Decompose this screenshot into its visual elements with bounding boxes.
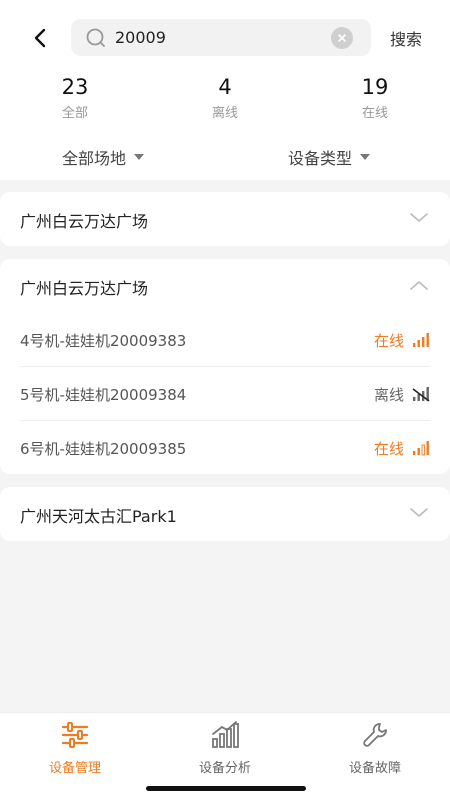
device-type-filter-label: 设备类型 [288,149,353,168]
device-row[interactable]: 5号机-娃娃机20009384 离线 [20,367,430,421]
stats-summary: 23 全部 4 离线 19 在线 [0,74,450,124]
signal-strong-icon [413,333,429,347]
device-name: 4号机-娃娃机20009383 [20,332,187,350]
tab-device-analysis[interactable]: 设备分析 [150,721,300,776]
bar-chart-icon [212,721,239,748]
venue-group-header[interactable]: 广州白云万达广场 [0,259,450,313]
back-button[interactable] [24,22,56,54]
device-name: 6号机-娃娃机20009385 [20,440,187,458]
tab-device-faults[interactable]: 设备故障 [300,721,450,776]
device-status: 离线 [373,386,404,404]
chevron-left-icon [34,28,46,48]
tab-label: 设备分析 [198,761,251,776]
stat-label: 全部 [61,106,88,121]
close-icon [338,34,346,42]
venue-group: 广州天河太古汇Park1 [0,487,450,541]
caret-down-icon [360,154,371,160]
search-button[interactable]: 搜索 [390,26,422,50]
venue-filter-label: 全部场地 [62,149,127,168]
device-row[interactable]: 4号机-娃娃机20009383 在线 [20,313,430,367]
venue-group-header[interactable]: 广州白云万达广场 [0,192,450,246]
search-box[interactable] [71,19,371,56]
search-icon [86,28,105,47]
venue-group: 广州白云万达广场 [0,192,450,246]
stat-offline[interactable]: 4 离线 [175,74,275,121]
chevron-up-icon [410,281,428,290]
clear-search-button[interactable] [331,27,353,49]
stat-label: 离线 [211,106,238,121]
stat-count: 19 [361,75,389,99]
signal-off-icon [412,387,430,402]
device-row[interactable]: 6号机-娃娃机20009385 在线 [20,421,430,475]
stat-label: 在线 [361,106,388,121]
tab-label: 设备故障 [348,761,401,776]
stat-count: 23 [61,75,89,99]
stat-online[interactable]: 19 在线 [325,74,425,121]
chevron-down-icon [410,508,428,517]
device-status: 在线 [373,440,404,458]
search-input[interactable] [115,19,315,56]
wrench-icon [363,723,387,747]
venue-group-title: 广州白云万达广场 [20,279,149,298]
venue-group-title: 广州天河太古汇Park1 [20,507,177,526]
signal-weak-icon [413,441,429,456]
venue-group-title: 广州白云万达广场 [20,212,149,231]
sliders-icon [61,722,89,748]
stat-count: 4 [218,75,232,99]
filter-bar: 全部场地 设备类型 [0,145,450,171]
venue-filter-dropdown[interactable]: 全部场地 [62,145,145,169]
device-name: 5号机-娃娃机20009384 [20,386,187,404]
stat-all[interactable]: 23 全部 [25,74,125,121]
header: 搜索 23 全部 4 离线 19 在线 全部场地 设备类型 [0,0,450,180]
device-type-filter-dropdown[interactable]: 设备类型 [288,145,371,169]
caret-down-icon [134,154,145,160]
home-indicator [146,786,306,791]
venue-group-header[interactable]: 广州天河太古汇Park1 [0,487,450,541]
tab-label: 设备管理 [48,761,101,776]
venue-group: 广州白云万达广场 4号机-娃娃机20009383 在线 5号机-娃娃机20009… [0,259,450,474]
device-status: 在线 [373,332,404,350]
tab-device-management[interactable]: 设备管理 [0,721,150,776]
chevron-down-icon [410,213,428,222]
